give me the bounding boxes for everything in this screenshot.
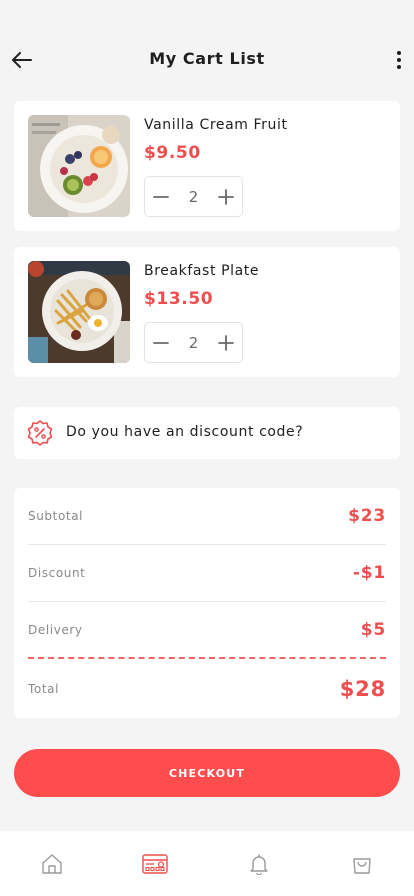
item-price: $13.50 — [144, 289, 214, 309]
plus-icon — [218, 188, 234, 205]
page-title: My Cart List — [149, 49, 265, 68]
minus-icon — [153, 341, 169, 344]
item-name: Vanilla Cream Fruit — [144, 117, 288, 133]
decrease-button[interactable] — [145, 323, 177, 362]
nav-home[interactable] — [22, 831, 82, 881]
discount-label: Discount — [28, 566, 86, 580]
total-label: Total — [28, 682, 60, 696]
breakfast-plate-image — [28, 261, 130, 363]
delivery-value: $5 — [360, 620, 386, 640]
discount-badge-icon — [27, 420, 53, 446]
home-icon — [42, 854, 62, 874]
delivery-row: Delivery $5 — [28, 602, 386, 658]
subtotal-row: Subtotal $23 — [28, 488, 386, 544]
total-row: Total $28 — [28, 661, 386, 717]
more-vertical-icon — [397, 51, 401, 55]
discount-value: -$1 — [352, 563, 386, 583]
discount-row: Discount -$1 — [28, 545, 386, 601]
item-price: $9.50 — [144, 143, 201, 163]
cart-item: Vanilla Cream Fruit $9.50 2 — [14, 101, 400, 231]
checkout-button[interactable]: CHECKOUT — [14, 749, 400, 797]
nav-cart[interactable] — [332, 831, 392, 881]
minus-icon — [153, 195, 169, 198]
quantity-value: 2 — [188, 333, 199, 352]
bell-icon — [250, 854, 268, 875]
discount-code-label: Do you have an discount code? — [66, 424, 304, 440]
increase-button[interactable] — [210, 323, 242, 362]
total-divider — [28, 657, 386, 659]
delivery-label: Delivery — [28, 623, 83, 637]
quantity-stepper: 2 — [144, 176, 243, 217]
plus-icon — [218, 334, 234, 351]
quantity-value: 2 — [188, 187, 199, 206]
fruit-bowl-image — [28, 115, 130, 217]
header: My Cart List — [0, 40, 414, 80]
nav-payment[interactable] — [125, 831, 185, 881]
decrease-button[interactable] — [145, 177, 177, 216]
nav-notifications[interactable] — [229, 831, 289, 881]
increase-button[interactable] — [210, 177, 242, 216]
discount-code-row[interactable]: Do you have an discount code? — [14, 407, 400, 459]
order-summary: Subtotal $23 Discount -$1 Delivery $5 To… — [14, 488, 400, 718]
subtotal-value: $23 — [348, 506, 386, 526]
item-name: Breakfast Plate — [144, 263, 260, 279]
shopping-bag-icon — [353, 858, 371, 874]
subtotal-label: Subtotal — [28, 509, 84, 523]
bottom-nav — [0, 831, 414, 896]
quantity-stepper: 2 — [144, 322, 243, 363]
total-value: $28 — [339, 677, 386, 701]
more-options-button[interactable] — [394, 48, 404, 72]
payment-card-icon — [142, 854, 168, 874]
cart-item: Breakfast Plate $13.50 2 — [14, 247, 400, 377]
